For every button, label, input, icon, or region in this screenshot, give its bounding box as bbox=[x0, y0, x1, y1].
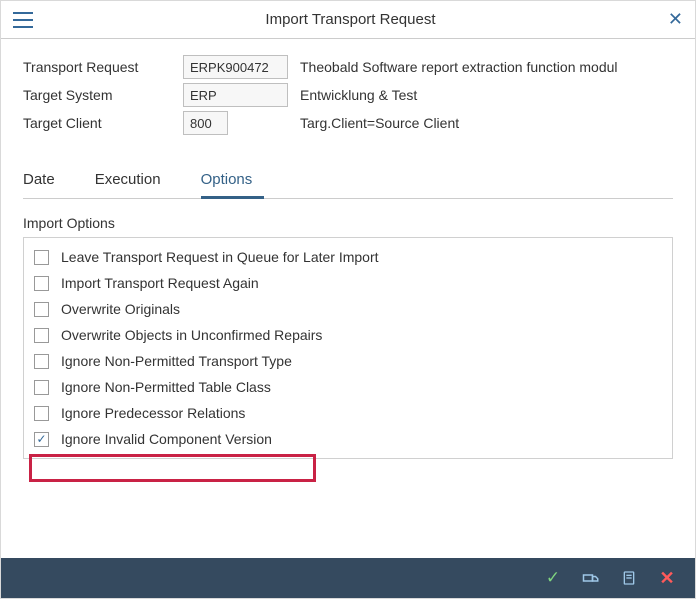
checkbox-leave-in-queue[interactable] bbox=[34, 250, 49, 265]
dialog-footer: ✓ ✕ bbox=[1, 558, 695, 598]
label-target-system: Target System bbox=[23, 87, 183, 103]
option-label: Overwrite Objects in Unconfirmed Repairs bbox=[61, 327, 322, 343]
option-label: Ignore Predecessor Relations bbox=[61, 405, 245, 421]
checkbox-import-again[interactable] bbox=[34, 276, 49, 291]
option-label: Overwrite Originals bbox=[61, 301, 180, 317]
input-transport-request[interactable] bbox=[183, 55, 288, 79]
option-label: Ignore Non-Permitted Transport Type bbox=[61, 353, 292, 369]
option-label: Leave Transport Request in Queue for Lat… bbox=[61, 249, 379, 265]
option-ignore-table-class: Ignore Non-Permitted Table Class bbox=[34, 374, 662, 400]
option-overwrite-unconfirmed: Overwrite Objects in Unconfirmed Repairs bbox=[34, 322, 662, 348]
option-leave-in-queue: Leave Transport Request in Queue for Lat… bbox=[34, 244, 662, 270]
option-ignore-transport-type: Ignore Non-Permitted Transport Type bbox=[34, 348, 662, 374]
label-transport-request: Transport Request bbox=[23, 59, 183, 75]
checkbox-ignore-predecessor[interactable] bbox=[34, 406, 49, 421]
tab-strip: Date Execution Options bbox=[23, 163, 673, 199]
close-icon[interactable]: ✕ bbox=[668, 9, 683, 30]
option-import-again: Import Transport Request Again bbox=[34, 270, 662, 296]
tab-date[interactable]: Date bbox=[23, 163, 67, 198]
option-overwrite-originals: Overwrite Originals bbox=[34, 296, 662, 322]
checkbox-overwrite-originals[interactable] bbox=[34, 302, 49, 317]
desc-transport-request: Theobald Software report extraction func… bbox=[300, 59, 618, 75]
option-ignore-predecessor: Ignore Predecessor Relations bbox=[34, 400, 662, 426]
dialog-header: Import Transport Request ✕ bbox=[1, 1, 695, 39]
input-target-client[interactable] bbox=[183, 111, 228, 135]
menu-icon[interactable] bbox=[13, 12, 33, 28]
checkbox-ignore-transport-type[interactable] bbox=[34, 354, 49, 369]
option-label: Ignore Invalid Component Version bbox=[61, 431, 272, 447]
options-title: Import Options bbox=[23, 215, 673, 231]
dialog-title: Import Transport Request bbox=[33, 11, 668, 28]
dialog-content: Transport Request Theobald Software repo… bbox=[1, 39, 695, 459]
options-box: Leave Transport Request in Queue for Lat… bbox=[23, 237, 673, 459]
cancel-icon[interactable]: ✕ bbox=[653, 564, 681, 592]
checkbox-overwrite-unconfirmed[interactable] bbox=[34, 328, 49, 343]
input-target-system[interactable] bbox=[183, 83, 288, 107]
desc-target-system: Entwicklung & Test bbox=[300, 87, 417, 103]
tab-execution[interactable]: Execution bbox=[95, 163, 173, 198]
tab-options[interactable]: Options bbox=[201, 163, 265, 199]
transport-icon[interactable] bbox=[577, 564, 605, 592]
row-target-client: Target Client Targ.Client=Source Client bbox=[23, 111, 673, 135]
checkbox-ignore-invalid-component[interactable] bbox=[34, 432, 49, 447]
option-ignore-invalid-component: Ignore Invalid Component Version bbox=[34, 426, 662, 452]
option-label: Import Transport Request Again bbox=[61, 275, 259, 291]
row-target-system: Target System Entwicklung & Test bbox=[23, 83, 673, 107]
row-transport-request: Transport Request Theobald Software repo… bbox=[23, 55, 673, 79]
confirm-icon[interactable]: ✓ bbox=[539, 564, 567, 592]
log-icon[interactable] bbox=[615, 564, 643, 592]
desc-target-client: Targ.Client=Source Client bbox=[300, 115, 459, 131]
option-label: Ignore Non-Permitted Table Class bbox=[61, 379, 271, 395]
label-target-client: Target Client bbox=[23, 115, 183, 131]
checkbox-ignore-table-class[interactable] bbox=[34, 380, 49, 395]
